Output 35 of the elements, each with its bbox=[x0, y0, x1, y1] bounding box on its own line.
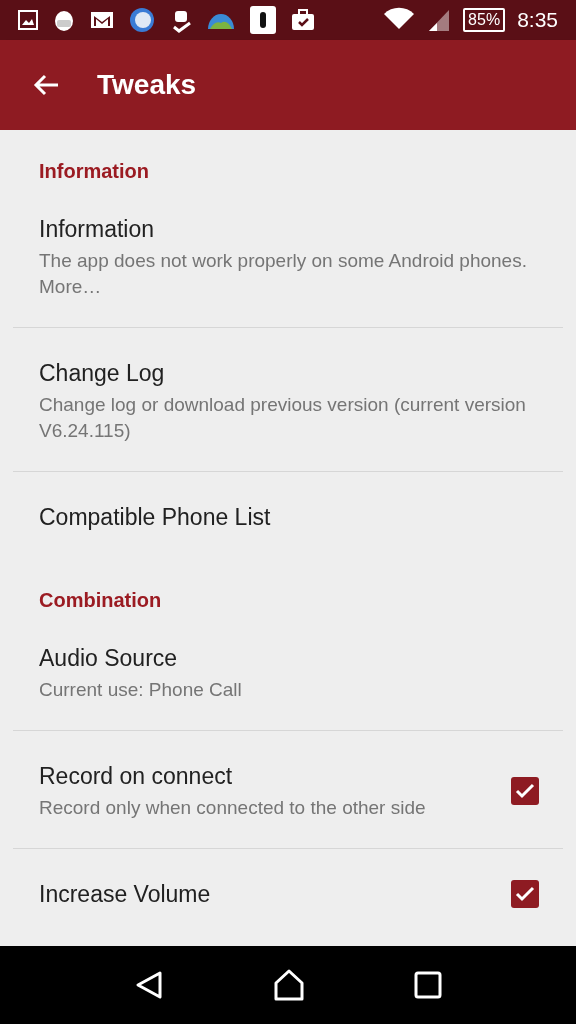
settings-item[interactable]: Record on connect Record only when connected to the other side bbox=[13, 731, 563, 848]
recent-apps-icon[interactable] bbox=[413, 971, 442, 999]
checkmark-icon bbox=[515, 783, 535, 799]
battery-indicator: 85% bbox=[463, 8, 506, 32]
item-description: Record only when connected to the other side bbox=[39, 796, 427, 820]
checkbox[interactable] bbox=[511, 777, 539, 805]
checkbox[interactable] bbox=[511, 880, 539, 908]
screen-title: Tweaks bbox=[97, 68, 197, 102]
back-arrow-icon bbox=[32, 73, 60, 97]
back-icon[interactable] bbox=[134, 970, 165, 1000]
settings-item[interactable]: Increase Volume bbox=[13, 849, 563, 936]
settings-item[interactable]: Information The app does not work properly on some Android phones. More… bbox=[13, 184, 563, 327]
section-header: Combination bbox=[38, 588, 163, 613]
item-title: Compatible Phone List bbox=[39, 503, 272, 532]
image-icon bbox=[18, 10, 38, 30]
settings-item[interactable]: Compatible Phone List bbox=[13, 472, 563, 559]
clock: 8:35 bbox=[517, 7, 558, 34]
item-title: Audio Source bbox=[39, 644, 179, 673]
home-icon[interactable] bbox=[273, 969, 305, 1001]
item-title: Increase Volume bbox=[39, 880, 212, 909]
app-icon bbox=[250, 6, 276, 34]
section-header: Information bbox=[38, 159, 150, 184]
item-description: Change log or download previous version (current version V6.24.115) bbox=[39, 393, 527, 443]
briefcase-check-icon bbox=[291, 9, 315, 31]
item-description: The app does not work properly on some Android phones. More… bbox=[39, 249, 528, 299]
settings-item[interactable]: Audio Source Current use: Phone Call bbox=[13, 613, 563, 730]
mail-icon bbox=[90, 10, 114, 30]
app-icon bbox=[129, 7, 155, 33]
item-title: Change Log bbox=[39, 359, 166, 388]
settings-item[interactable]: Change Log Change log or download previous version (current version V6.24.115) bbox=[13, 328, 563, 471]
item-title: Record on connect bbox=[39, 762, 234, 791]
checkmark-icon bbox=[515, 886, 535, 902]
item-description: Current use: Phone Call bbox=[39, 678, 243, 702]
item-title: Information bbox=[39, 215, 156, 244]
signal-icon bbox=[427, 8, 452, 32]
